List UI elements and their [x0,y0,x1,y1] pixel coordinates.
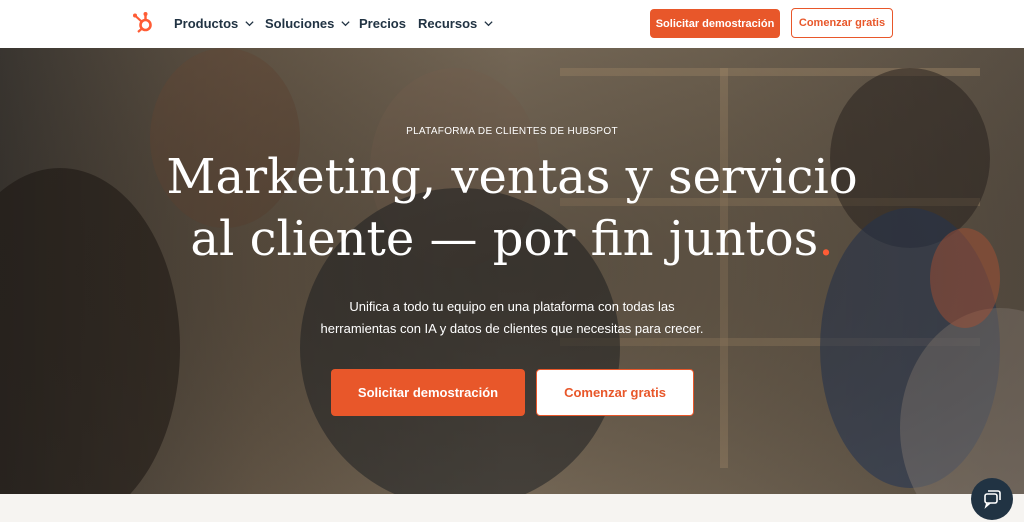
chevron-down-icon [341,21,350,27]
hero-subtitle: Unifica a todo tu equipo en una platafor… [262,296,762,340]
chat-bubble-icon [984,490,1001,509]
start-free-button[interactable]: Comenzar gratis [791,8,893,38]
headline-line-2: al cliente — por fin juntos [190,211,819,267]
subtitle-line-1: Unifica a todo tu equipo en una platafor… [349,299,675,314]
nav-item-soluciones[interactable]: Soluciones [265,16,351,31]
hero-eyebrow: PLATAFORMA DE CLIENTES DE HUBSPOT [406,126,618,137]
chevron-down-icon [484,21,493,27]
hero-request-demo-button[interactable]: Solicitar demostración [331,369,525,416]
nav-item-label: Soluciones [265,16,335,31]
request-demo-button[interactable]: Solicitar demostración [650,9,780,38]
nav-item-label: Precios [359,16,406,31]
hero-start-free-button[interactable]: Comenzar gratis [536,369,694,416]
hero-headline: Marketing, ventas y servicio al cliente … [0,146,1024,270]
nav-item-productos[interactable]: Productos [174,16,255,31]
headline-dot: . [818,211,834,267]
top-navigation: Productos Soluciones Precios Recursos So… [0,0,1024,48]
hero-section: PLATAFORMA DE CLIENTES DE HUBSPOT Market… [0,48,1024,494]
chevron-down-icon [245,21,254,27]
nav-item-label: Recursos [418,16,478,31]
hubspot-logo-icon[interactable] [131,11,155,35]
nav-item-label: Productos [174,16,239,31]
chat-launcher-button[interactable] [971,478,1013,520]
next-section-edge [0,494,1024,522]
hero-overlay [0,48,1024,494]
subtitle-line-2: herramientas con IA y datos de clientes … [320,321,704,336]
nav-item-recursos[interactable]: Recursos [418,16,494,31]
nav-item-precios[interactable]: Precios [359,16,406,31]
headline-line-1: Marketing, ventas y servicio [166,149,858,205]
